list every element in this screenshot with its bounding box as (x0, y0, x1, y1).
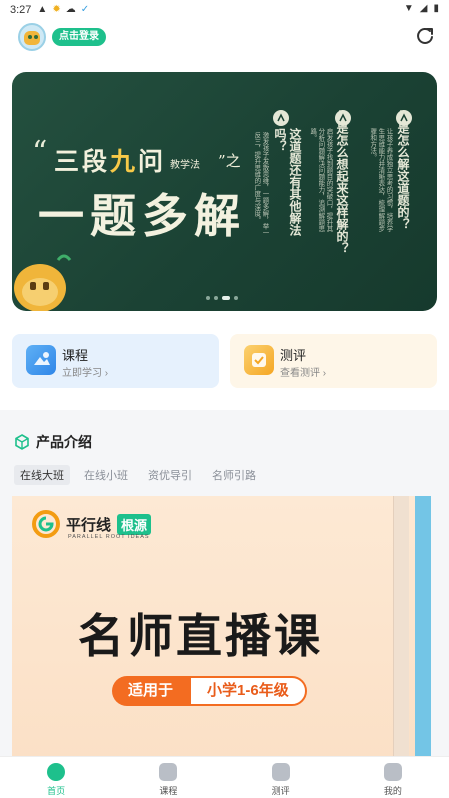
banner-title-small: 教学法 (170, 160, 200, 171)
carousel-dot[interactable] (214, 296, 218, 300)
login-button[interactable]: 点击登录 (52, 28, 106, 46)
status-bar: 3:27 ▲ ✹ ☁ ✓ ▼ ◢ ▮ (0, 0, 449, 20)
wifi-icon: ▼ (403, 3, 414, 14)
course-card-subtitle: 立即学习 › (62, 368, 109, 379)
notification-icon: ▲ (37, 4, 48, 15)
course-card[interactable]: 课程 立即学习 › (12, 334, 219, 388)
banner-question-2-desc: 启发孩子找到题目的突破口，提升其分析问题解决问题能力，追溯解题思路。 (308, 128, 332, 232)
banner-quote: “ (32, 135, 48, 170)
check-icon: ✓ (80, 4, 90, 15)
nav-profile-label: 我的 (383, 786, 402, 796)
applies-label: 适用于 (112, 676, 190, 706)
evaluation-card-subtitle: 查看测评 › (280, 368, 327, 379)
brand-badge: 根源 (117, 513, 152, 535)
course-icon (26, 345, 56, 375)
avatar[interactable] (18, 23, 46, 51)
evaluation-card[interactable]: 测评 查看测评 › (230, 334, 437, 388)
poster-title: 名师直播课 (78, 609, 323, 663)
cube-icon (15, 434, 29, 450)
cloud-icon: ☁ (65, 4, 76, 15)
battery-icon: ▮ (433, 3, 439, 14)
evaluation-nav-icon (271, 763, 290, 781)
nav-home[interactable]: 首页 (0, 757, 112, 798)
mascot-eye-icon (28, 35, 32, 39)
tab-gifted-guidance[interactable]: 资优导引 (142, 465, 198, 485)
poster-edge (393, 496, 409, 766)
weather-icon: ✹ (52, 4, 61, 15)
mascot-eye-icon (34, 35, 38, 39)
course-card-title: 课程 (62, 348, 89, 363)
signal-icon: ◢ (419, 3, 428, 14)
product-section-title: 产品介绍 (36, 434, 92, 450)
status-time: 3:27 (10, 4, 32, 16)
banner-title-highlight: 九 (110, 147, 139, 176)
product-tabs: 在线大班 在线小班 资优导引 名师引路 (14, 465, 262, 485)
banner-question-1-desc: 让孩子养成独立思考的习惯，培养学生思维能力并清晰表达，梳理解题步骤和方法。 (368, 128, 392, 232)
refresh-icon[interactable] (415, 26, 435, 46)
banner-question-2-title: 你是怎么想起来这样解的？ (335, 110, 349, 254)
banner-question-3-desc: 激发孩子发散思维，一题多解，举一反三，提升思维的广度与深度。 (252, 132, 268, 236)
home-icon (47, 763, 66, 781)
poster-grade-range: 适用于 小学1-6年级 (112, 676, 307, 706)
carousel-indicator (206, 296, 238, 300)
next-poster-peek[interactable] (415, 496, 431, 766)
banner-title-line1: 三段九问 (54, 142, 166, 178)
course-nav-icon (159, 763, 178, 781)
evaluation-card-title: 测评 (280, 348, 307, 363)
carousel-dot[interactable] (206, 296, 210, 300)
horse-icon (335, 110, 351, 126)
brand-logo-icon (32, 510, 60, 538)
banner-title-line2: 一题多解 (38, 189, 246, 243)
product-section-header: 产品介绍 (14, 432, 92, 452)
banner-title-part-a: 三段 (54, 147, 111, 176)
brand-name: 平行线 (66, 516, 112, 534)
mascot-icon (14, 254, 72, 311)
nav-evaluation-label: 测评 (271, 786, 290, 796)
evaluation-icon (244, 345, 274, 375)
nav-course-label: 课程 (159, 786, 178, 796)
profile-icon (383, 763, 402, 781)
banner-title-part-c: 问 (138, 147, 167, 176)
applies-value: 小学1-6年级 (189, 676, 307, 706)
promo-banner[interactable]: “ 三段九问 教学法 ”之 一题多解 你是怎么解这道题的？ 让孩子养成独立思考的… (12, 72, 437, 311)
nav-home-label: 首页 (47, 786, 66, 796)
horse-icon (396, 110, 412, 126)
tab-online-small-class[interactable]: 在线小班 (78, 465, 134, 485)
banner-question-3-title: 这道题还有其他解法吗？ (273, 128, 302, 236)
banner-question-1-title: 你是怎么解这道题的？ (396, 110, 410, 230)
nav-course[interactable]: 课程 (112, 757, 224, 798)
nav-evaluation[interactable]: 测评 (225, 757, 337, 798)
top-header: 点击登录 (0, 20, 449, 54)
carousel-dot-active[interactable] (222, 296, 230, 300)
tab-famous-teacher[interactable]: 名师引路 (206, 465, 262, 485)
banner-title-suffix: ”之 (218, 152, 241, 170)
carousel-dot[interactable] (234, 296, 238, 300)
horse-icon (273, 110, 289, 126)
bottom-navigation: 首页 课程 测评 我的 (0, 756, 449, 798)
product-poster[interactable]: 平行线 根源 PARALLEL ROOT IDEAS 名师直播课 适用于 小学1… (12, 496, 415, 766)
nav-profile[interactable]: 我的 (337, 757, 449, 798)
brand-english-name: PARALLEL ROOT IDEAS (68, 534, 150, 540)
tab-online-large-class[interactable]: 在线大班 (14, 465, 70, 485)
